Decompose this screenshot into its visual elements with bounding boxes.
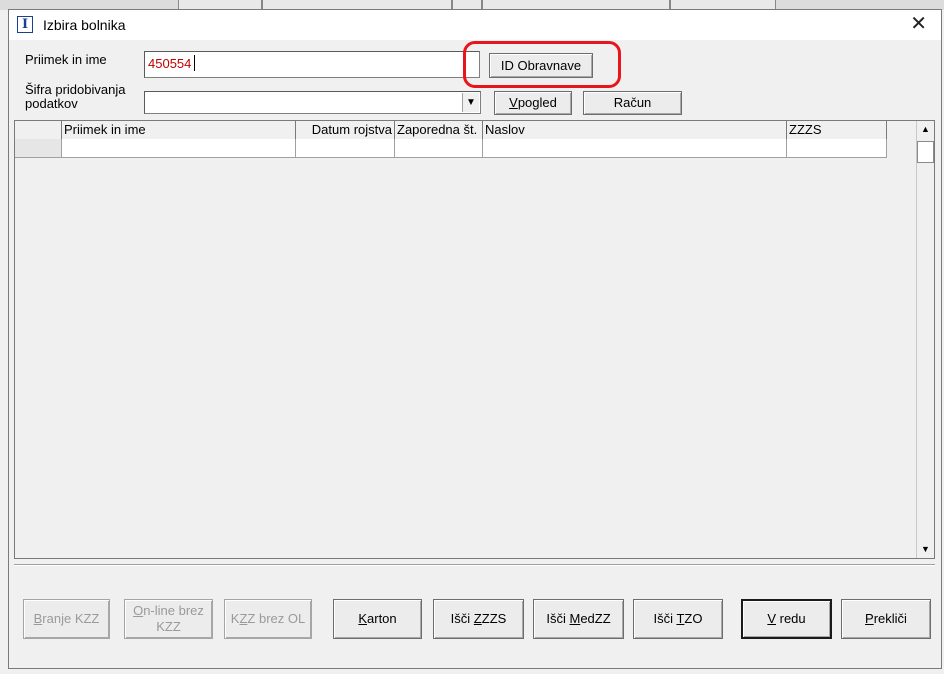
preklici-button[interactable]: Prekliči bbox=[841, 599, 931, 639]
grid-header-zzzs[interactable]: ZZZS bbox=[787, 121, 887, 139]
vpogled-button[interactable]: Vpogled bbox=[494, 91, 572, 115]
window-title: Izbira bolnika bbox=[43, 17, 126, 33]
karton-button[interactable]: Karton bbox=[333, 599, 422, 639]
isci-tzo-button[interactable]: Išči TZO bbox=[633, 599, 723, 639]
app-icon: I bbox=[17, 16, 33, 33]
scroll-thumb[interactable] bbox=[917, 141, 934, 163]
grid-header-dob[interactable]: Datum rojstva bbox=[296, 121, 395, 139]
online-brez-kzz-button[interactable]: On-line brez KZZ bbox=[124, 599, 213, 639]
grid-header: Priimek in ime Datum rojstva Zaporedna š… bbox=[15, 121, 887, 140]
table-row[interactable] bbox=[15, 139, 887, 158]
red-highlight-annotation bbox=[463, 41, 621, 88]
text-caret bbox=[194, 55, 195, 71]
kzz-brez-ol-button[interactable]: KZZ brez OL bbox=[224, 599, 312, 639]
chevron-down-icon[interactable]: ▼ bbox=[462, 93, 479, 112]
row-indicator[interactable] bbox=[15, 139, 62, 158]
name-input-value: 450554 bbox=[148, 56, 192, 71]
scroll-down-icon[interactable]: ▼ bbox=[917, 541, 934, 558]
vertical-scrollbar[interactable]: ▲ ▼ bbox=[916, 121, 934, 558]
cell-dob[interactable] bbox=[296, 139, 395, 158]
cell-name[interactable] bbox=[62, 139, 296, 158]
isci-zzzs-button[interactable]: Išči ZZZS bbox=[433, 599, 524, 639]
patient-selection-dialog: I Izbira bolnika ✕ Priimek in ime 450554… bbox=[8, 9, 942, 669]
cell-address[interactable] bbox=[483, 139, 787, 158]
grid-header-name[interactable]: Priimek in ime bbox=[62, 121, 296, 139]
branje-kzz-button[interactable]: Branje KZZ bbox=[23, 599, 110, 639]
close-icon[interactable]: ✕ bbox=[910, 13, 927, 35]
v-redu-button[interactable]: V redu bbox=[741, 599, 832, 639]
scroll-up-icon[interactable]: ▲ bbox=[917, 121, 934, 138]
isci-medzz-button[interactable]: Išči MedZZ bbox=[533, 599, 624, 639]
divider bbox=[14, 564, 935, 566]
grid-header-indicator bbox=[15, 121, 62, 139]
racun-button[interactable]: Račun bbox=[583, 91, 682, 115]
cell-zzzs[interactable] bbox=[787, 139, 887, 158]
source-label-line2: podatkov bbox=[25, 96, 78, 111]
patient-grid[interactable]: Priimek in ime Datum rojstva Zaporedna š… bbox=[14, 120, 935, 559]
source-select[interactable]: ▼ bbox=[144, 91, 481, 114]
title-bar: I Izbira bolnika ✕ bbox=[9, 10, 941, 40]
name-label: Priimek in ime bbox=[25, 52, 107, 67]
name-input[interactable]: 450554 bbox=[144, 51, 480, 78]
source-label-line1: Šifra pridobivanja bbox=[25, 82, 126, 97]
cell-seq[interactable] bbox=[395, 139, 483, 158]
source-label: Šifra pridobivanja podatkov bbox=[25, 83, 125, 111]
grid-header-address[interactable]: Naslov bbox=[483, 121, 787, 139]
grid-header-seq[interactable]: Zaporedna št. bbox=[395, 121, 483, 139]
